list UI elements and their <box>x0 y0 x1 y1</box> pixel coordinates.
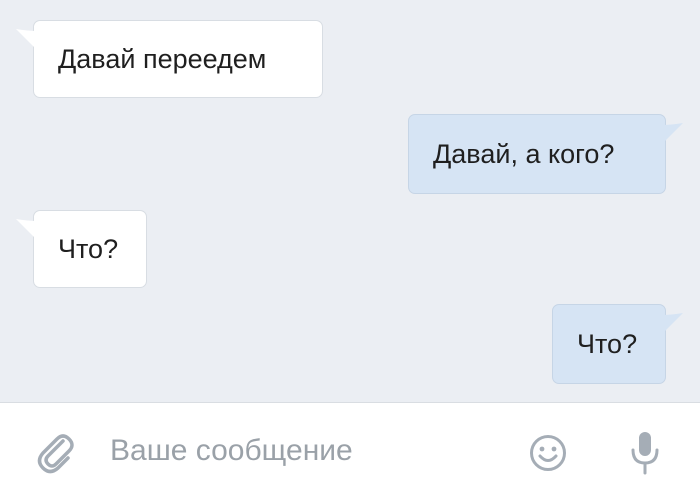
microphone-icon[interactable] <box>629 430 661 476</box>
incoming-message: Давай переедем <box>16 20 323 98</box>
message-history: Давай переедем Давай, а кого? Что? Что? <box>0 0 700 402</box>
message-text: Что? <box>577 329 638 359</box>
bubble-tail <box>16 29 38 51</box>
message-text: Что? <box>58 234 119 264</box>
outgoing-message: Что? <box>552 304 683 384</box>
outgoing-message: Давай, а кого? <box>408 114 683 194</box>
smiley-icon[interactable] <box>529 434 567 472</box>
message-text: Давай переедем <box>58 44 267 74</box>
bubble-tail <box>661 313 683 335</box>
bubble-tail <box>16 219 38 241</box>
bubble-tail <box>661 123 683 145</box>
message-text: Давай, а кого? <box>433 139 615 169</box>
paperclip-icon[interactable] <box>36 431 76 475</box>
incoming-message: Что? <box>16 210 147 288</box>
message-input[interactable] <box>110 431 500 471</box>
message-composer <box>0 402 700 497</box>
